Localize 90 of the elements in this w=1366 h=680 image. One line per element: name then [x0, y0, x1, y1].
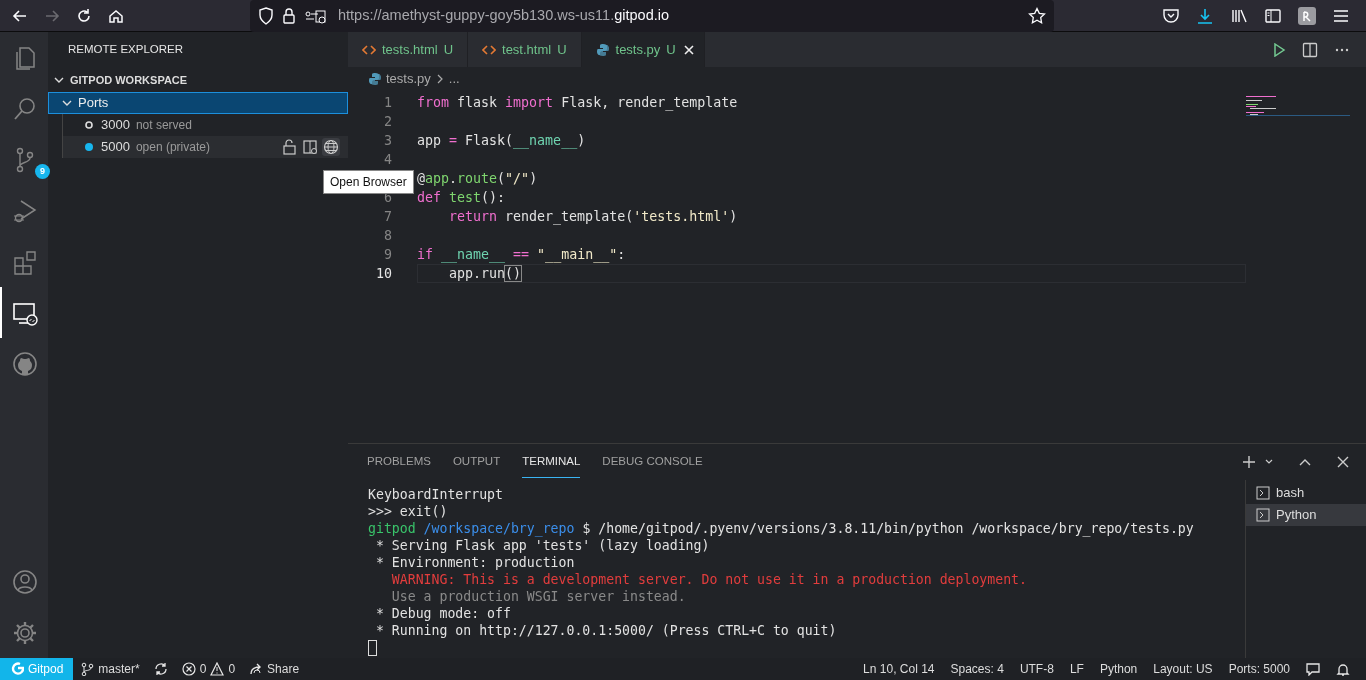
status-item[interactable]: Python — [1091, 658, 1146, 680]
port-status: not served — [135, 117, 192, 134]
code-icon — [362, 42, 376, 57]
terminal-item[interactable]: bash — [1246, 482, 1366, 504]
code-line: if __name__ == "__main__": — [417, 246, 627, 264]
status-item[interactable]: Share — [242, 658, 307, 680]
line-number: 1 — [383, 94, 392, 112]
run-icon[interactable] — [1272, 42, 1286, 57]
close-icon[interactable] — [681, 42, 696, 57]
editor-tab[interactable]: test.html U — [468, 32, 582, 67]
terminal-line: KeyboardInterrupt — [368, 486, 504, 503]
line-number: 2 — [383, 113, 392, 131]
terminal-line: gitpod /workspace/bry_repo $ /home/gitpod/.pyenv/versions/3.8.11/bin/python /workspace/bry_repo/tests.py — [368, 520, 1195, 537]
terminal-line: >>> exit() — [368, 503, 449, 520]
shield-icon — [258, 6, 274, 25]
account-icon[interactable] — [11, 567, 39, 596]
plus-icon[interactable] — [1242, 455, 1256, 469]
url-text: https://amethyst-guppy-goy5b130.ws-us11.gitpod.io — [338, 5, 669, 25]
panel-tab[interactable]: PROBLEMS — [356, 444, 442, 480]
status-item[interactable]: LF — [1061, 658, 1092, 680]
lock-icon — [282, 6, 296, 25]
share-icon — [249, 662, 264, 676]
terminal-icon — [1256, 486, 1270, 500]
terminal-line: * Debug mode: off — [374, 605, 512, 622]
status-item[interactable]: 0 0 — [174, 658, 243, 680]
code-line: @app.route("/") — [417, 170, 539, 188]
terminal-line: * Running on http://127.0.0.1:5000/ (Press CTRL+C to quit) — [374, 622, 838, 639]
feedback-icon — [1306, 662, 1320, 676]
tooltip: Open Browser — [323, 170, 414, 194]
breadcrumb-item[interactable]: ... — [448, 69, 460, 89]
download-icon[interactable] — [1196, 6, 1214, 25]
status-item[interactable]: Spaces: 4 — [942, 658, 1012, 680]
warning-icon — [210, 662, 225, 676]
source-control-icon[interactable] — [15, 145, 35, 174]
status-item[interactable]: UTF-8 — [1011, 658, 1062, 680]
port-number: 5000 — [101, 138, 130, 157]
sidebar-icon[interactable] — [1264, 6, 1282, 25]
branch-icon — [80, 662, 95, 676]
code-line: return render_template('tests.html') — [448, 208, 739, 226]
reload-icon[interactable] — [75, 6, 93, 25]
code-line: app = Flask(__name__) — [417, 132, 587, 150]
terminal-line: * Environment: production — [374, 554, 576, 571]
terminal-line: * Serving Flask app 'tests' (lazy loading) — [374, 537, 711, 554]
line-number: 10 — [375, 265, 392, 283]
unlock-icon[interactable] — [282, 139, 298, 155]
github-icon[interactable] — [11, 349, 39, 378]
python-icon — [595, 42, 610, 57]
tree-item[interactable]: Ports — [48, 92, 348, 114]
status-item[interactable]: master* — [73, 658, 147, 680]
error-icon — [181, 662, 196, 676]
section-header[interactable]: GITPOD WORKSPACE — [48, 68, 348, 92]
sync-icon — [153, 662, 168, 676]
terminal-icon — [1256, 508, 1270, 522]
python-icon — [368, 72, 382, 86]
breadcrumb-item[interactable]: tests.py — [386, 69, 431, 89]
code-line: from flask import Flask, render_template — [417, 94, 739, 112]
editor-tab[interactable]: tests.html U — [348, 32, 468, 67]
star-icon[interactable] — [1028, 6, 1046, 25]
editor-tab[interactable]: tests.py U — [581, 32, 705, 67]
close-icon[interactable] — [1336, 455, 1350, 469]
status-item[interactable]: Layout: US — [1145, 658, 1221, 680]
pocket-icon[interactable] — [1162, 6, 1180, 25]
terminal-item[interactable]: Python — [1246, 504, 1366, 526]
status-item[interactable]: Ports: 5000 — [1220, 658, 1298, 680]
preview-icon[interactable] — [302, 139, 318, 155]
url-field[interactable]: https://amethyst-guppy-goy5b130.ws-us11.gitpod.io — [250, 0, 1054, 32]
port-status: open (private) — [135, 139, 210, 156]
line-number: 9 — [383, 246, 392, 264]
status-item[interactable]: Ln 10, Col 14 — [855, 658, 943, 680]
port-number: 3000 — [101, 116, 130, 135]
code-icon — [482, 42, 496, 57]
bell-icon — [1336, 662, 1350, 676]
code-line: app.run() — [417, 264, 1246, 283]
count-badge: 9 — [35, 164, 50, 179]
line-number: 7 — [383, 208, 392, 226]
code-line: def test(): — [417, 189, 507, 207]
split-editor-icon[interactable] — [1302, 41, 1318, 58]
line-number: 3 — [383, 132, 392, 150]
terminal-line: WARNING: This is a development server. Do not use it in a production deployment. — [390, 571, 1028, 588]
globe-icon[interactable] — [323, 139, 339, 155]
terminal-line: Use a production WSGI server instead. — [390, 588, 687, 605]
extension-icon[interactable] — [1298, 6, 1316, 25]
terminal-cursor — [368, 640, 377, 656]
gitpod-icon — [10, 662, 24, 676]
panel-tab[interactable]: TERMINAL — [511, 444, 592, 480]
line-number: 4 — [383, 151, 392, 169]
line-number: 8 — [383, 227, 392, 245]
panel-tab[interactable]: OUTPUT — [441, 444, 512, 480]
panel-tab[interactable]: DEBUG CONSOLE — [591, 444, 714, 480]
panel-title: REMOTE EXPLORER — [68, 42, 184, 58]
